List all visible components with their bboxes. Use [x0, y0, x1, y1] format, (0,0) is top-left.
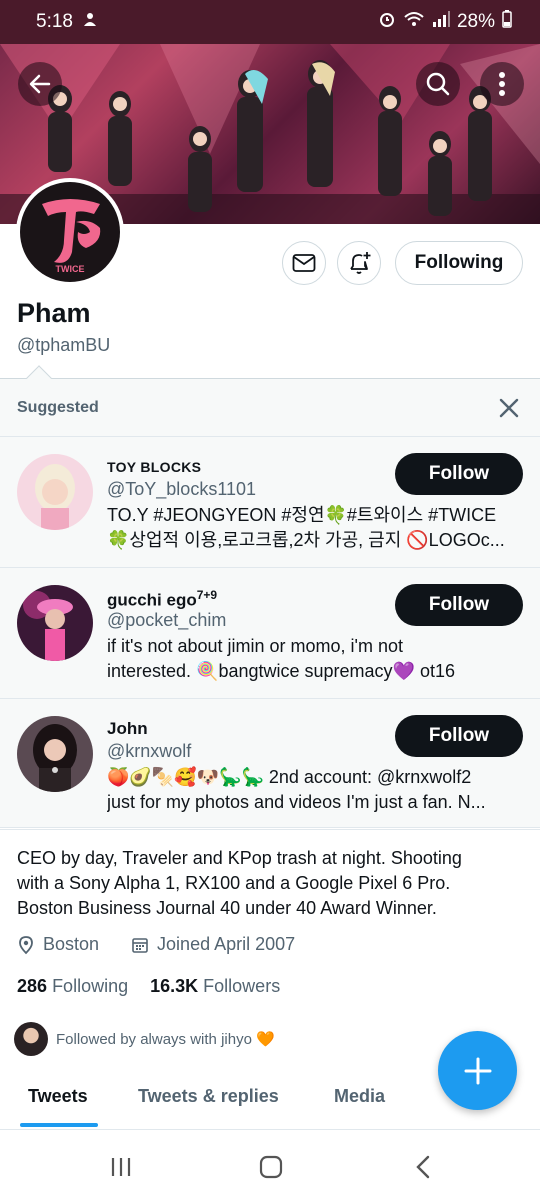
suggested-panel: Suggested TOY BLOCKS @ToY_blocks1101 TO.…	[0, 378, 540, 830]
avatar-text: TWICE	[56, 264, 85, 274]
tab-media[interactable]: Media	[334, 1086, 385, 1107]
calendar-icon	[132, 937, 148, 953]
avatar-image: TWICE	[20, 182, 120, 282]
suggested-user-handle: @pocket_chim	[107, 610, 227, 630]
location-pin-icon	[19, 935, 33, 954]
follow-button[interactable]: Follow	[395, 715, 523, 757]
arrow-left-icon	[29, 74, 51, 94]
search-icon	[426, 72, 450, 96]
signal-icon	[432, 11, 450, 33]
system-nav-bar	[0, 1134, 540, 1200]
back-button[interactable]	[18, 62, 62, 106]
suggested-header: Suggested	[0, 379, 540, 437]
suggested-user-item[interactable]: John @krnxwolf 🍑🥑🍢🥰🐶🦕🦕 2nd account: @krn…	[0, 699, 540, 830]
profile-avatar[interactable]: TWICE	[16, 178, 124, 286]
profile-bio: CEO by day, Traveler and KPop trash at n…	[17, 846, 517, 921]
bio-line: 🍑🥑🍢🥰🐶🦕🦕 2nd account: @krnxwolf2	[107, 767, 472, 787]
follow-button[interactable]: Follow	[395, 453, 523, 495]
mail-icon	[292, 254, 316, 272]
search-button[interactable]	[416, 62, 460, 106]
location-text: Boston	[43, 934, 100, 954]
bell-plus-icon	[350, 252, 371, 274]
tab-tweets[interactable]: Tweets	[28, 1086, 88, 1107]
display-name: Pham	[17, 298, 91, 328]
twice-logo-icon: TWICE	[42, 199, 101, 274]
suggested-user-handle: @ToY_blocks1101	[107, 479, 257, 499]
more-vertical-icon	[499, 72, 505, 96]
bio-line: interested. 🍭bangtwice supremacy💜 ot16	[107, 661, 455, 681]
suggested-user-item[interactable]: gucchi ego7+9 @pocket_chim if it's not a…	[0, 568, 540, 699]
follow-counts: 286 Following 16.3K Followers	[17, 976, 280, 997]
suggested-user-avatar[interactable]	[17, 585, 93, 661]
followers-count-link[interactable]: 16.3K Followers	[150, 976, 280, 997]
bio-line: Boston Business Journal 40 under 40 Awar…	[17, 898, 437, 918]
bio-line: 🍀상업적 이용,로고크롭,2차 가공, 금지 🚫LOGOc...	[107, 530, 505, 550]
suggested-user-bio: TO.Y #JEONGYEON #정연🍀#트와이스 #TWICE 🍀상업적 이용…	[107, 503, 523, 553]
bio-line: just for my photos and videos I'm just a…	[107, 792, 486, 812]
alarm-icon	[378, 10, 396, 34]
status-bar: 5:18 28%	[0, 0, 540, 44]
following-count: 286	[17, 976, 48, 996]
wifi-icon	[403, 10, 425, 34]
suggested-user-avatar[interactable]	[17, 454, 93, 530]
suggested-user-handle: @krnxwolf	[107, 741, 192, 761]
following-label: Following	[52, 976, 129, 996]
bio-line: with a Sony Alpha 1, RX100 and a Google …	[17, 873, 451, 893]
joined-text: Joined April 2007	[157, 934, 296, 954]
status-time: 5:18	[36, 11, 73, 32]
suggested-user-name: gucchi ego7+9	[107, 588, 217, 611]
suggested-user-bio: 🍑🥑🍢🥰🐶🦕🦕 2nd account: @krnxwolf2 just for…	[107, 765, 523, 815]
bio-line: CEO by day, Traveler and KPop trash at n…	[17, 848, 462, 868]
suggested-title: Suggested	[17, 399, 99, 416]
bio-line: if it's not about jimin or momo, i'm not	[107, 636, 403, 656]
suggested-user-name-text: gucchi ego	[107, 590, 197, 610]
status-right: 28%	[378, 10, 512, 34]
followers-label: Followers	[203, 976, 281, 996]
bio-line: TO.Y #JEONGYEON #정연🍀#트와이스 #TWICE	[107, 505, 497, 525]
suggested-user-name: John	[107, 719, 148, 738]
tab-tweets-replies[interactable]: Tweets & replies	[138, 1086, 279, 1107]
notifications-button[interactable]	[337, 241, 381, 285]
home-button[interactable]	[256, 1152, 286, 1182]
follow-button[interactable]: Follow	[395, 584, 523, 626]
followed-by-avatar	[14, 1022, 48, 1056]
recent-apps-icon	[111, 1158, 131, 1176]
suggested-user-name-sup: 7+9	[196, 588, 218, 602]
following-button[interactable]: Following	[395, 241, 523, 285]
suggested-user-bio: if it's not about jimin or momo, i'm not…	[107, 634, 523, 684]
following-count-link[interactable]: 286 Following	[17, 976, 128, 997]
plus-icon	[464, 1057, 491, 1084]
suggested-user-name: TOY BLOCKS	[107, 459, 202, 475]
compose-tweet-button[interactable]	[438, 1031, 517, 1110]
followed-by[interactable]: Followed by always with jihyo 🧡	[14, 1022, 275, 1056]
status-left: 5:18	[36, 10, 99, 34]
battery-icon	[502, 10, 512, 34]
recent-apps-button[interactable]	[106, 1152, 136, 1182]
battery-percent: 28%	[456, 11, 495, 32]
notification-icon	[81, 10, 99, 34]
followed-by-text: Followed by always with jihyo 🧡	[56, 1031, 275, 1048]
followers-count: 16.3K	[150, 976, 199, 996]
active-tab-indicator	[20, 1123, 98, 1127]
suggested-user-avatar[interactable]	[17, 716, 93, 792]
system-back-button[interactable]	[408, 1152, 438, 1182]
chevron-left-icon	[416, 1155, 430, 1179]
message-button[interactable]	[282, 241, 326, 285]
more-options-button[interactable]	[480, 62, 524, 106]
suggested-user-item[interactable]: TOY BLOCKS @ToY_blocks1101 TO.Y #JEONGYE…	[0, 437, 540, 568]
profile-handle: @tphamBU	[17, 335, 111, 355]
home-icon	[259, 1155, 283, 1179]
close-icon[interactable]	[497, 396, 521, 420]
profile-meta: Boston Joined April 2007	[17, 934, 295, 955]
